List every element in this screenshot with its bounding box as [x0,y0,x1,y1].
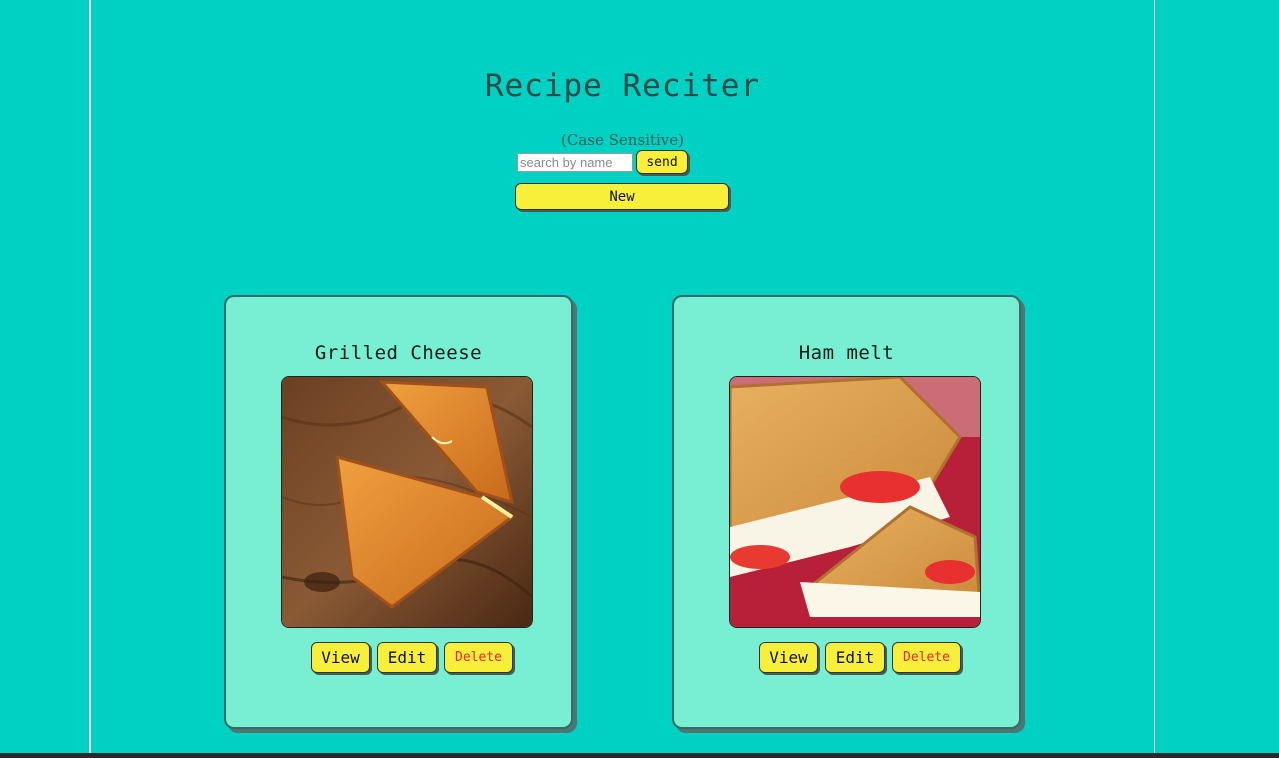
recipe-title: Grilled Cheese [314,342,483,364]
recipe-image [281,376,533,628]
case-sensitive-note: (Case Sensitive) [561,131,684,149]
search-input[interactable] [517,153,633,172]
recipe-image [729,376,981,628]
ham-melt-photo [730,377,980,627]
recipe-title: Ham melt [798,342,895,364]
view-button[interactable]: View [759,642,818,673]
recipe-card: Ham melt View Edit Delete [672,295,1021,729]
edit-button[interactable]: Edit [825,642,885,673]
bottom-bar [0,753,1279,758]
delete-button[interactable]: Delete [892,642,961,673]
recipe-card: Grilled Cheese View Edit Delete [224,295,573,729]
right-border-line [1154,0,1155,754]
edit-button[interactable]: Edit [377,642,437,673]
new-recipe-button[interactable]: New [515,183,729,210]
left-border-line [89,0,91,754]
send-button[interactable]: send [636,150,688,174]
page-title: Recipe Reciter [484,68,761,104]
grilled-cheese-photo [282,377,532,627]
view-button[interactable]: View [311,642,370,673]
page: Recipe Reciter (Case Sensitive) send New… [0,0,1279,758]
delete-button[interactable]: Delete [444,642,513,673]
